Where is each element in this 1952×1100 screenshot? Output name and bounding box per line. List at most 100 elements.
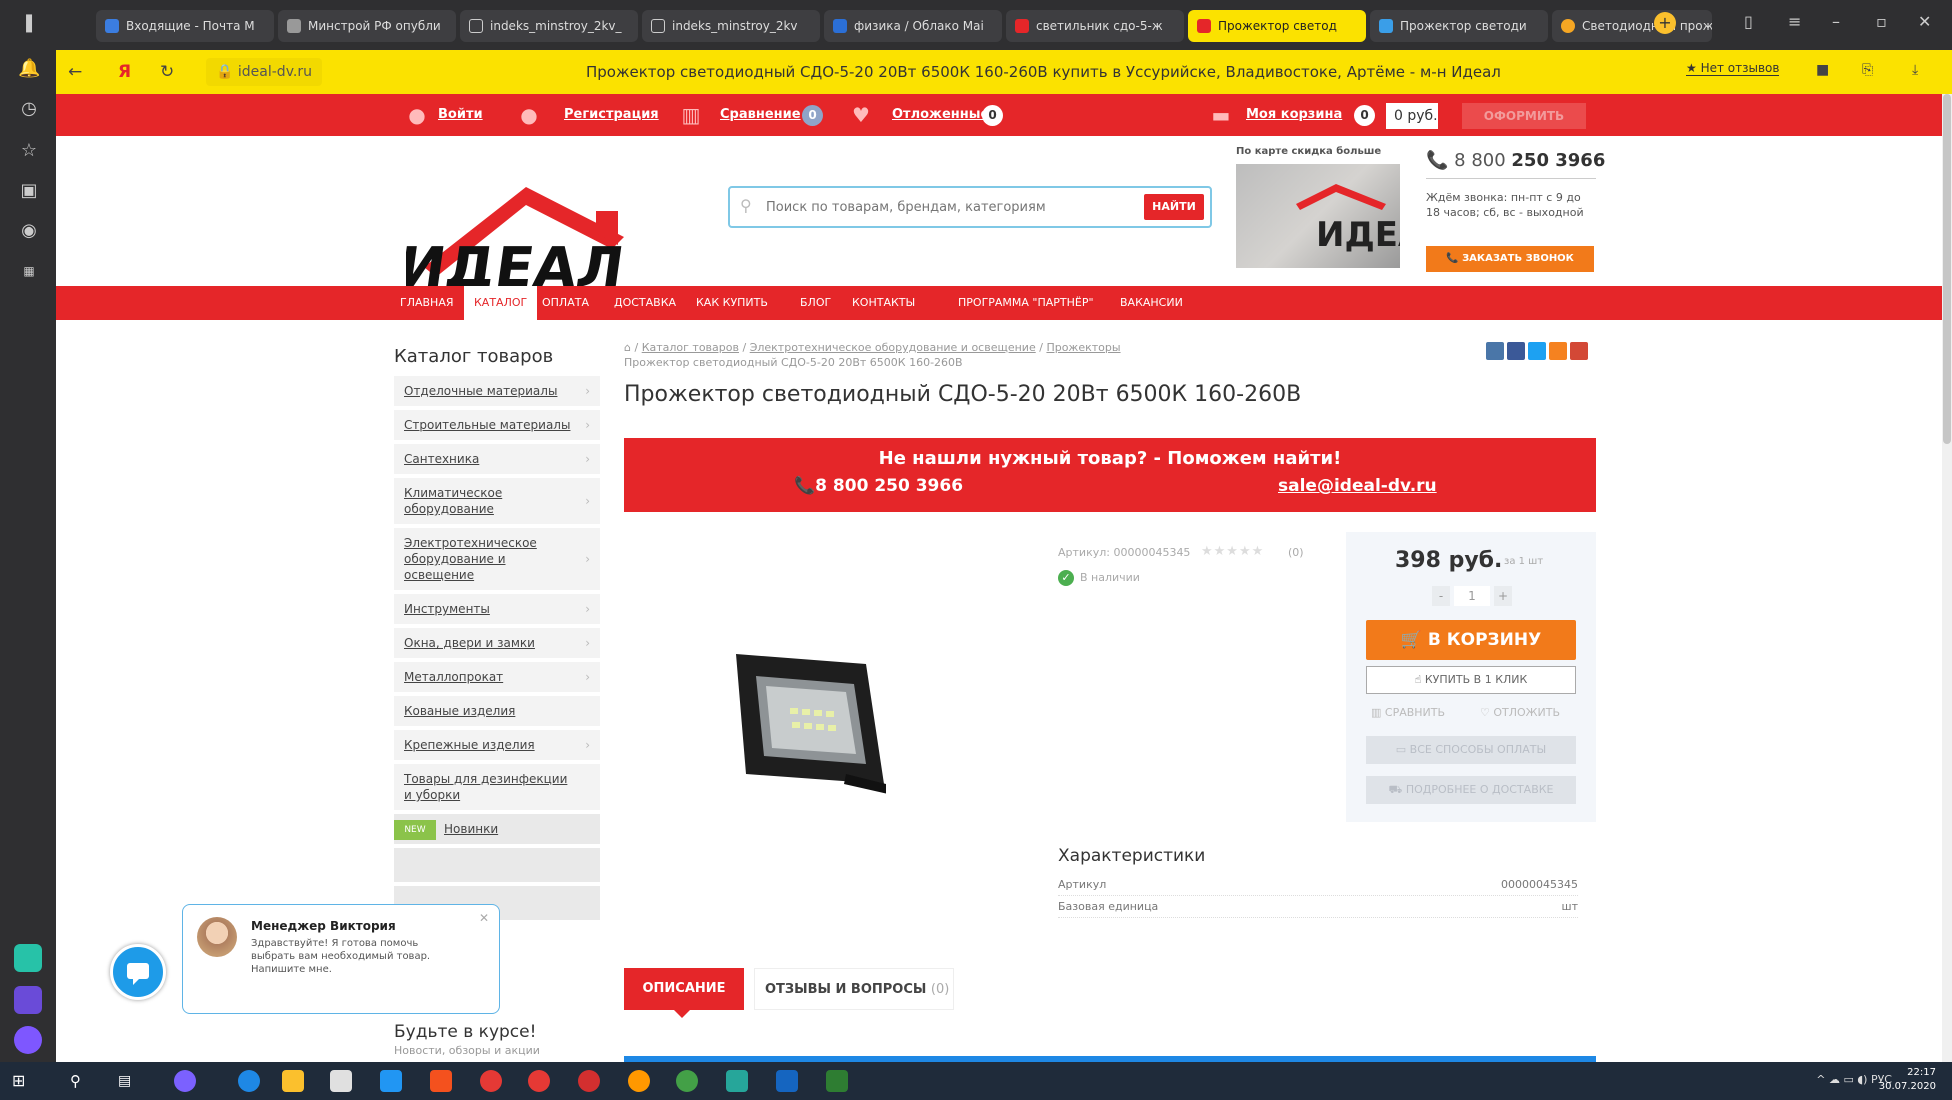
store-icon[interactable] [330, 1070, 352, 1092]
windows-start-icon[interactable]: ⊞ [12, 1070, 34, 1092]
quantity-input[interactable]: 1 [1454, 586, 1490, 606]
banner-phone[interactable]: 📞8 800 250 3966 [794, 476, 963, 496]
vk-icon[interactable] [1486, 342, 1504, 360]
discount-card-image[interactable]: ИДЕАЛ [1236, 164, 1400, 268]
chat-popup[interactable]: Менеджер Виктория Здравствуйте! Я готова… [182, 904, 500, 1014]
minimize-icon[interactable]: – [1832, 12, 1840, 31]
messenger-icon[interactable] [14, 1026, 42, 1054]
compare-product-link[interactable]: ▥ СРАВНИТЬ [1371, 706, 1445, 719]
one-click-buy-button[interactable]: ☝ КУПИТЬ В 1 КЛИК [1366, 666, 1576, 694]
tab-product-3[interactable]: Светодиодный прож [1552, 10, 1712, 42]
clock[interactable]: 22:17 30.07.2020 [1879, 1066, 1936, 1094]
chat-launcher-button[interactable] [110, 944, 166, 1000]
reload-icon[interactable]: ↻ [160, 62, 174, 82]
plus-button[interactable]: + [1494, 586, 1512, 606]
catalog-item-building[interactable]: Строительные материалы › [394, 410, 600, 440]
tab-mail[interactable]: Входящие - Почта М [96, 10, 274, 42]
breadcrumb-floodlights[interactable]: Прожекторы [1046, 341, 1120, 354]
nav-home[interactable]: ГЛАВНАЯ [400, 286, 454, 320]
tabs-overview-icon[interactable]: ▯ [1744, 12, 1753, 31]
close-window-icon[interactable]: ✕ [1918, 12, 1931, 31]
app-icon[interactable] [174, 1070, 196, 1092]
app-icon[interactable] [628, 1070, 650, 1092]
tab-reviews[interactable]: ОТЗЫВЫ И ВОПРОСЫ (0) [754, 968, 954, 1010]
app-launcher-icon[interactable] [14, 944, 42, 972]
nav-vacancies[interactable]: ВАКАНСИИ [1120, 286, 1183, 320]
search-button[interactable]: НАЙТИ [1144, 194, 1204, 220]
nav-partner-program[interactable]: ПРОГРАММА "ПАРТНЁР" [958, 286, 1094, 320]
bookmark-page-icon[interactable]: ■ [1816, 62, 1829, 78]
nav-contacts[interactable]: КОНТАКТЫ [852, 286, 915, 320]
opera-icon[interactable] [578, 1070, 600, 1092]
new-tab-icon[interactable]: + [1654, 12, 1676, 34]
word-icon[interactable] [776, 1070, 798, 1092]
catalog-item-finishing[interactable]: Отделочные материалы › [394, 376, 600, 406]
yandex-logo-icon[interactable]: ❚ [18, 12, 40, 34]
yandex-browser-icon[interactable] [480, 1070, 502, 1092]
nav-payment[interactable]: ОПЛАТА [542, 286, 589, 320]
catalog-item-new[interactable]: NEW Новинки [394, 814, 600, 844]
catalog-item-plumbing[interactable]: Сантехника › [394, 444, 600, 474]
extension-icon[interactable]: ⎘ [1862, 62, 1873, 78]
payment-methods-button[interactable]: ▭ ВСЕ СПОСОБЫ ОПЛАТЫ [1366, 736, 1576, 764]
login-link[interactable]: Войти [438, 94, 483, 136]
catalog-item-climate[interactable]: Климатическое оборудование › [394, 478, 600, 524]
catalog-item-disinfection[interactable]: Товары для дезинфекции и уборки [394, 764, 600, 810]
url-domain[interactable]: 🔒 ideal-dv.ru [206, 58, 322, 86]
breadcrumb-catalog[interactable]: Каталог товаров [642, 341, 739, 354]
breadcrumb-electrical[interactable]: Электротехническое оборудование и освеще… [750, 341, 1036, 354]
cart-link[interactable]: Моя корзина [1246, 94, 1342, 136]
compare-link[interactable]: Сравнение [720, 94, 801, 136]
tab-indeks-2[interactable]: indeks_minstroy_2kv [642, 10, 820, 42]
collections-icon[interactable]: ▣ [18, 180, 40, 202]
home-icon[interactable]: ⌂ [624, 341, 631, 354]
yandex-icon[interactable]: Я [118, 62, 131, 82]
page-scrollbar[interactable] [1942, 94, 1952, 1062]
nav-blog[interactable]: БЛОГ [800, 286, 831, 320]
task-view-icon[interactable]: ▤ [118, 1070, 140, 1092]
google-plus-icon[interactable] [1570, 342, 1588, 360]
nav-how-to-buy[interactable]: КАК КУПИТЬ [696, 286, 768, 320]
tab-minstroy[interactable]: Минстрой РФ опубли [278, 10, 456, 42]
facebook-icon[interactable] [1507, 342, 1525, 360]
header-phone[interactable]: 📞 8 800 250 3966 [1426, 150, 1605, 171]
tab-product-2[interactable]: Прожектор светоди [1370, 10, 1548, 42]
twitter-icon[interactable] [1528, 342, 1546, 360]
explorer-icon[interactable] [282, 1070, 304, 1092]
tab-active-product[interactable]: Прожектор светод [1188, 10, 1366, 42]
bell-icon[interactable]: 🔔 [18, 58, 40, 80]
mail-icon[interactable] [380, 1070, 402, 1092]
calendar-icon[interactable]: ▦ [18, 260, 40, 282]
zen-icon[interactable]: ◉ [18, 220, 40, 242]
catalog-item-fasteners[interactable]: Крепежные изделия › [394, 730, 600, 760]
close-icon[interactable]: ✕ [479, 911, 489, 925]
register-link[interactable]: Регистрация [564, 94, 659, 136]
catalog-item-metal[interactable]: Металлопрокат › [394, 662, 600, 692]
defer-product-link[interactable]: ♡ ОТЛОЖИТЬ [1480, 706, 1560, 719]
office-icon[interactable] [430, 1070, 452, 1092]
catalog-item-windows-doors[interactable]: Окна, двери и замки › [394, 628, 600, 658]
menu-icon[interactable]: ≡ [1788, 12, 1801, 31]
banner-email[interactable]: sale@ideal-dv.ru [1278, 476, 1437, 496]
nav-delivery[interactable]: ДОСТАВКА [614, 286, 676, 320]
catalog-item-electrical[interactable]: Электротехническое оборудование и освеще… [394, 528, 600, 590]
deferred-link[interactable]: Отложенные [892, 94, 989, 136]
search-input[interactable] [766, 196, 1106, 218]
tab-indeks-1[interactable]: indeks_minstroy_2kv_ [460, 10, 638, 42]
tab-lamp-search[interactable]: светильник сдо-5-ж [1006, 10, 1184, 42]
product-image[interactable] [716, 634, 886, 804]
rating-stars[interactable]: ★★★★★ [1201, 544, 1264, 559]
odnoklassniki-icon[interactable] [1549, 342, 1567, 360]
bookmark-icon[interactable]: ☆ [18, 140, 40, 162]
add-to-cart-button[interactable]: 🛒 В КОРЗИНУ [1366, 620, 1576, 660]
edge-icon[interactable] [238, 1070, 260, 1092]
catalog-item-sale[interactable] [394, 848, 600, 882]
nav-catalog[interactable]: КАТАЛОГ [464, 286, 538, 320]
catalog-item-forged[interactable]: Кованые изделия [394, 696, 600, 726]
checkout-button[interactable]: ОФОРМИТЬ [1462, 103, 1586, 129]
whatsapp-icon[interactable] [676, 1070, 698, 1092]
search-icon[interactable]: ⚲ [70, 1070, 92, 1092]
back-arrow-icon[interactable]: ← [68, 62, 82, 82]
catalog-item-tools[interactable]: Инструменты › [394, 594, 600, 624]
scrollbar-thumb[interactable] [1943, 94, 1951, 444]
